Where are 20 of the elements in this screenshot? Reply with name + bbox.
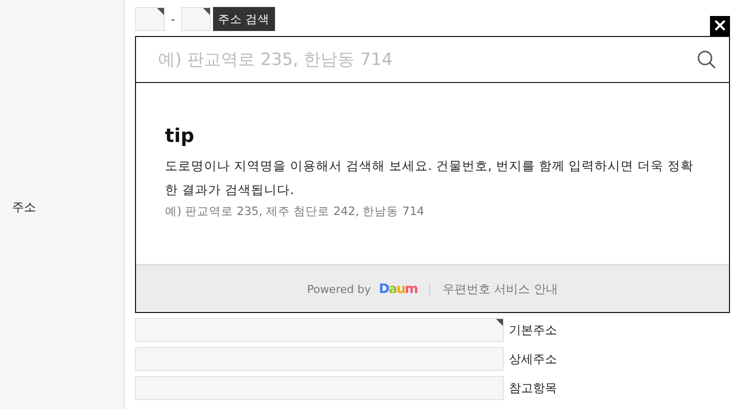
field-label: 상세주소: [509, 350, 557, 368]
tip-text: 도로명이나 지역명을 이용해서 검색해 보세요. 건물번호, 번지를 함께 입력하시면 더욱 정확한 결과가 검색됩니다.: [165, 157, 695, 199]
search-field[interactable]: 예) 판교역로 235, 한남동 714: [156, 48, 697, 70]
address-field[interactable]: [135, 376, 504, 400]
field-label: 참고항목: [509, 380, 557, 396]
tip-example: 예) 판교역로 235, 제주 첨단로 242, 한남동 714: [165, 204, 426, 219]
search-icon[interactable]: [697, 50, 717, 70]
address-label: 주소: [12, 198, 36, 216]
logo: Daum: [378, 282, 418, 296]
address-field[interactable]: [135, 347, 504, 371]
address-search-button[interactable]: 주소 검색: [212, 7, 275, 31]
zip-code-field[interactable]: [135, 7, 165, 31]
tip-title: tip: [165, 125, 196, 147]
field-label: 기본주소: [509, 322, 557, 338]
zip-code-field[interactable]: [180, 7, 211, 31]
address-field[interactable]: [135, 318, 504, 342]
close-button[interactable]: ×: [710, 16, 730, 36]
powered-by-text: Powered by: [307, 282, 371, 296]
separator: -: [171, 12, 175, 26]
service-guide-link[interactable]: 우편번호 서비스 안내: [442, 280, 558, 298]
